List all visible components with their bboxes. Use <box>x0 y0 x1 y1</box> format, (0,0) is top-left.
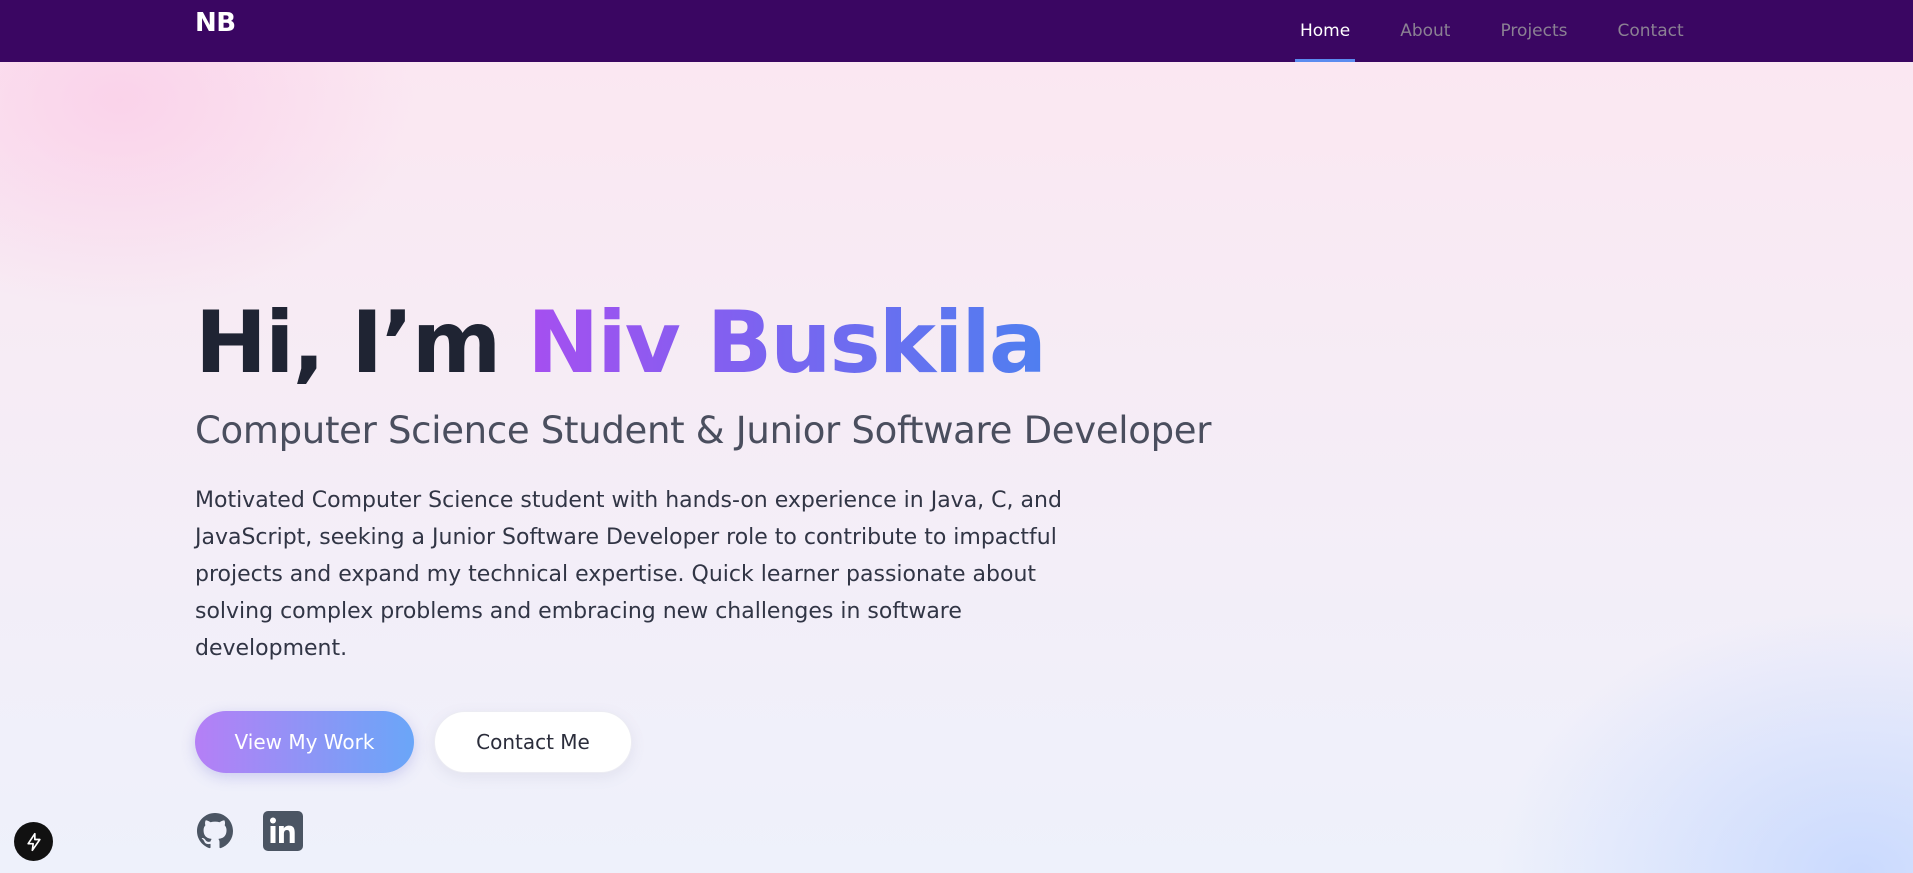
navbar: NB Home About Projects Contact <box>0 0 1913 62</box>
hero-title: Hi, I’m Niv Buskila <box>195 296 1295 391</box>
nav-link-contact[interactable]: Contact <box>1618 0 1684 62</box>
floating-badge[interactable] <box>14 822 53 861</box>
hero-actions: View My Work Contact Me <box>195 710 1295 773</box>
hero-description: Motivated Computer Science student with … <box>195 487 1062 661</box>
hero-name: Niv Buskila <box>527 293 1047 393</box>
contact-me-button[interactable]: Contact Me <box>434 710 632 773</box>
github-link[interactable] <box>195 811 235 851</box>
view-my-work-button[interactable]: View My Work <box>195 710 414 773</box>
hero-greeting: Hi, I’m <box>195 293 501 393</box>
github-icon <box>197 812 233 848</box>
nav-link-projects[interactable]: Projects <box>1500 0 1567 62</box>
nav-link-home[interactable]: Home <box>1294 0 1356 62</box>
linkedin-icon <box>263 810 303 851</box>
lightning-bolt-icon <box>26 832 41 851</box>
social-links <box>195 810 1295 851</box>
hero-section: Hi, I’m Niv Buskila Computer Science Stu… <box>195 296 1295 851</box>
hero-subtitle: Computer Science Student & Junior Softwa… <box>195 408 1212 452</box>
site-logo[interactable]: NB <box>195 8 236 38</box>
nav-links: Home About Projects Contact <box>1294 0 1734 62</box>
linkedin-link[interactable] <box>263 810 303 851</box>
nav-link-about[interactable]: About <box>1400 0 1450 62</box>
